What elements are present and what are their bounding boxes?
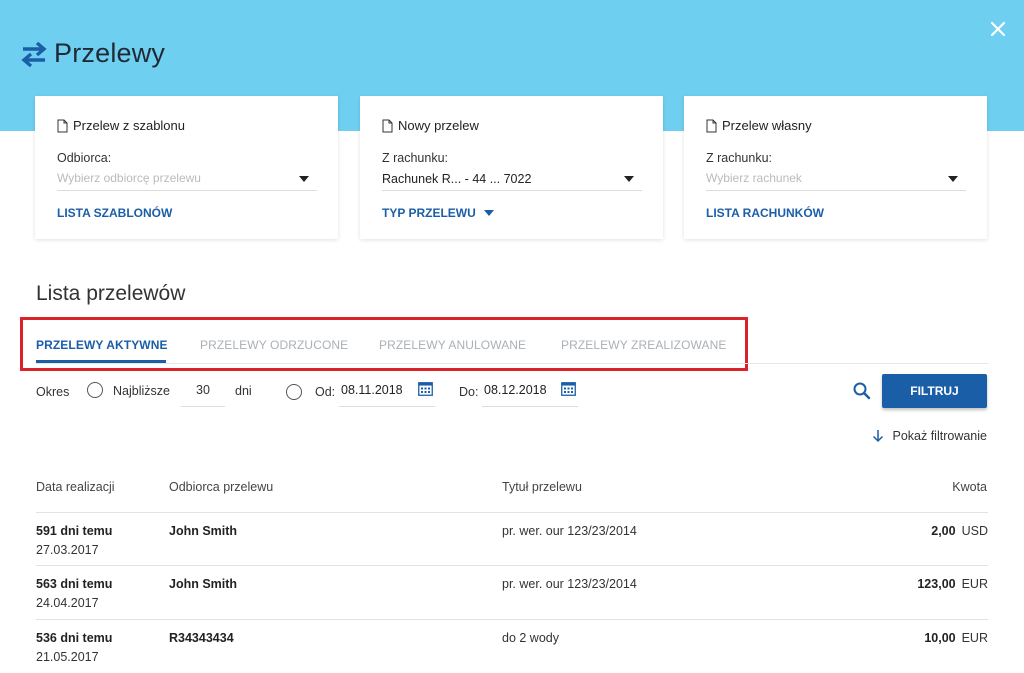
- filter-row: Okres Najbliższe 30 dni Od: 08.11.2018 D…: [0, 374, 1024, 410]
- to-date-input[interactable]: 08.12.2018: [482, 374, 578, 407]
- filter-button[interactable]: FILTRUJ: [882, 374, 987, 408]
- execution-date: 21.05.2017: [36, 650, 99, 664]
- caret-down-icon: [299, 176, 309, 182]
- recipient: John Smith: [169, 524, 238, 538]
- document-icon: [706, 119, 717, 132]
- column-header-amount: Kwota: [952, 480, 987, 494]
- tab-cancelled[interactable]: PRZELEWY ANULOWANE: [379, 338, 526, 352]
- days-input[interactable]: 30: [181, 374, 225, 407]
- amount: 10,00 EUR: [924, 631, 988, 645]
- from-account-label: Z rachunku:: [382, 151, 449, 165]
- caret-down-icon: [483, 210, 494, 216]
- calendar-icon[interactable]: [561, 381, 576, 396]
- from-label: Od:: [315, 385, 336, 399]
- card-title: Przelew własny: [706, 118, 812, 133]
- radio-nearest[interactable]: [87, 382, 103, 398]
- page-header: Przelewy: [20, 38, 165, 69]
- search-icon[interactable]: [852, 381, 872, 401]
- radio-date-range[interactable]: [286, 384, 302, 400]
- page-title: Przelewy: [54, 38, 166, 68]
- table-row[interactable]: 563 dni temu 24.04.2017 John Smith pr. w…: [36, 565, 988, 619]
- tab-rejected[interactable]: PRZELEWY ODRZUCONE: [200, 338, 348, 352]
- arrow-down-icon: [872, 430, 883, 443]
- recipient: John Smith: [169, 577, 238, 591]
- period-label: Okres: [36, 385, 70, 399]
- days-label: dni: [235, 384, 252, 398]
- currency: EUR: [961, 577, 988, 591]
- tabs-divider: [36, 363, 988, 364]
- close-icon[interactable]: [985, 16, 1011, 42]
- own-account-placeholder: Wybierz rachunek: [706, 171, 802, 185]
- document-icon: [382, 119, 393, 132]
- caret-down-icon: [948, 176, 958, 182]
- transfers-list-title: Lista przelewów: [36, 282, 186, 305]
- execution-date: 27.03.2017: [36, 543, 99, 557]
- calendar-icon[interactable]: [418, 381, 433, 396]
- templates-list-link[interactable]: LISTA SZABLONÓW: [57, 206, 172, 220]
- own-transfer-card: Przelew własny Z rachunku: Wybierz rachu…: [684, 96, 987, 239]
- transfer-title: pr. wer. our 123/23/2014: [502, 577, 637, 591]
- recipient-select[interactable]: Wybierz odbiorcę przelewu: [57, 168, 317, 191]
- card-title: Przelew z szablonu: [57, 118, 185, 133]
- recipient: R34343434: [169, 631, 234, 645]
- from-account-value: Rachunek R... - 44 ... 7022: [382, 172, 532, 186]
- table-row[interactable]: 591 dni temu 27.03.2017 John Smith pr. w…: [36, 512, 988, 566]
- transfer-title: pr. wer. our 123/23/2014: [502, 524, 637, 538]
- own-account-select[interactable]: Wybierz rachunek: [706, 168, 966, 191]
- column-header-date: Data realizacji: [36, 480, 115, 494]
- column-header-recipient: Odbiorca przelewu: [169, 480, 274, 494]
- recipient-select-placeholder: Wybierz odbiorcę przelewu: [57, 171, 201, 185]
- own-account-label: Z rachunku:: [706, 151, 773, 165]
- transfer-type-dropdown[interactable]: TYP PRZELEWU: [382, 206, 494, 220]
- document-icon: [57, 119, 68, 132]
- execution-date: 24.04.2017: [36, 596, 99, 610]
- nearest-label: Najbliższe: [113, 384, 170, 398]
- new-transfer-card: Nowy przelew Z rachunku: Rachunek R... -…: [360, 96, 663, 239]
- days-ago: 591 dni temu: [36, 524, 113, 538]
- transfer-title: do 2 wody: [502, 631, 559, 645]
- to-date-value: 08.12.2018: [484, 383, 547, 397]
- table-row[interactable]: 536 dni temu 21.05.2017 R34343434 do 2 w…: [36, 619, 988, 673]
- currency: EUR: [961, 631, 988, 645]
- caret-down-icon: [624, 176, 634, 182]
- from-date-value: 08.11.2018: [341, 383, 403, 397]
- days-ago: 536 dni temu: [36, 631, 113, 645]
- currency: USD: [961, 524, 988, 538]
- from-account-select[interactable]: Rachunek R... - 44 ... 7022: [382, 168, 642, 191]
- tab-active[interactable]: PRZELEWY AKTYWNE: [36, 338, 168, 352]
- recipient-label: Odbiorca:: [57, 151, 112, 165]
- template-transfer-card: Przelew z szablonu Odbiorca: Wybierz odb…: [35, 96, 338, 239]
- accounts-list-link[interactable]: LISTA RACHUNKÓW: [706, 206, 824, 220]
- days-ago: 563 dni temu: [36, 577, 113, 591]
- to-label: Do:: [459, 385, 479, 399]
- show-filtering-toggle[interactable]: Pokaż filtrowanie: [872, 429, 987, 443]
- card-title: Nowy przelew: [382, 118, 479, 133]
- amount: 123,00 EUR: [917, 577, 988, 591]
- column-header-title: Tytuł przelewu: [502, 480, 582, 494]
- amount: 2,00 USD: [931, 524, 988, 538]
- from-date-input[interactable]: 08.11.2018: [339, 374, 435, 407]
- tab-completed[interactable]: PRZELEWY ZREALIZOWANE: [561, 338, 726, 352]
- transfer-arrows-icon: [21, 41, 47, 67]
